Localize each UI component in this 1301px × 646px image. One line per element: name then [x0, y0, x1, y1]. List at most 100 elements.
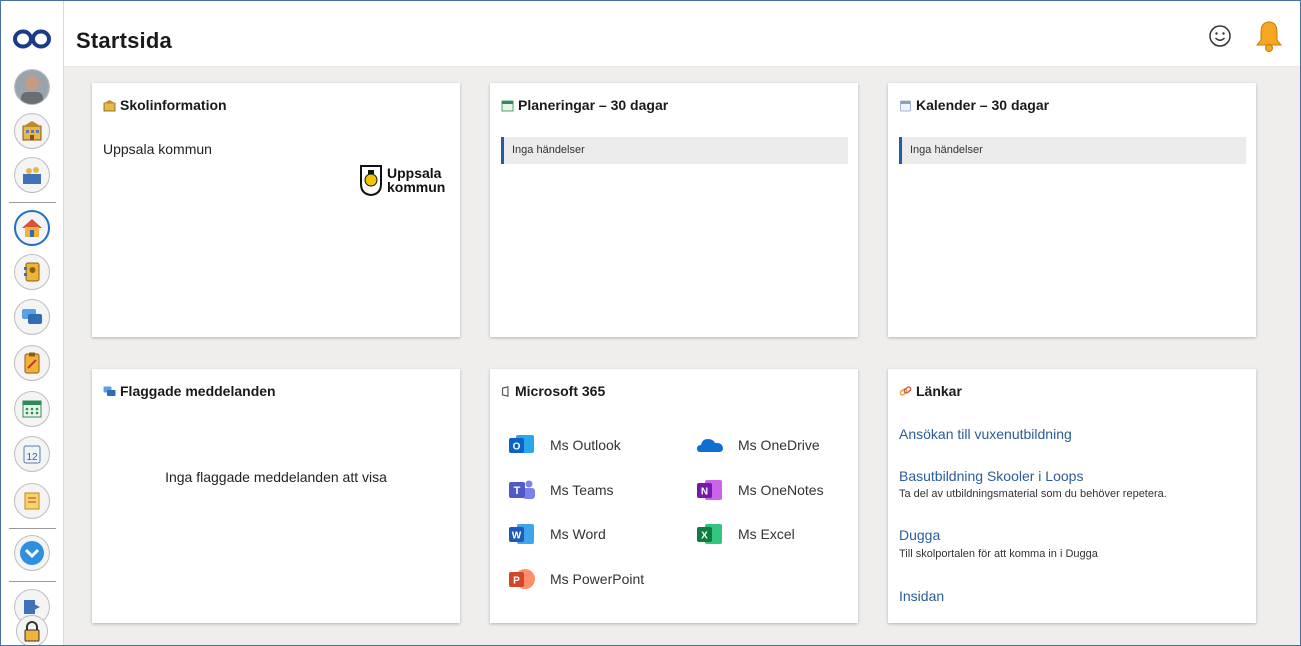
event-row: Inga händelser: [501, 137, 848, 164]
sidebar-item-assignments[interactable]: [14, 345, 50, 381]
sidebar-item-lock[interactable]: [16, 615, 48, 645]
smiley-icon[interactable]: [1208, 24, 1232, 48]
link-basutbildning[interactable]: Basutbildning Skooler i Loops: [899, 468, 1083, 484]
calendar-icon: [900, 100, 911, 111]
classroom-icon: [23, 167, 41, 184]
loops-logo[interactable]: [13, 28, 51, 50]
link-description: Till skolportalen för att komma in i Dug…: [899, 548, 1098, 560]
svg-text:P: P: [513, 576, 520, 587]
link-icon: [899, 385, 912, 396]
card-title: Kalender – 30 dagar: [899, 97, 1049, 113]
card-kalender: Kalender – 30 dagar Inga händelser: [888, 83, 1256, 337]
link-dugga[interactable]: Dugga: [899, 527, 940, 543]
chat-icon: [22, 309, 42, 324]
app-window: 12 Startsida Skolinformation Uppsala kom…: [0, 0, 1301, 646]
sidebar-divider: [9, 528, 56, 529]
school-name: Uppsala kommun: [103, 141, 212, 157]
schedule-grid-icon: [22, 400, 42, 418]
card-title: Länkar: [899, 383, 962, 399]
chat-icon: [103, 386, 116, 396]
sidebar-item-contacts[interactable]: [14, 254, 50, 290]
card-title-text: Planeringar – 30 dagar: [518, 97, 669, 113]
card-planeringar: Planeringar – 30 dagar Inga händelser: [490, 83, 858, 337]
card-title-text: Skolinformation: [120, 97, 227, 113]
ms-outlook-link[interactable]: O Ms Outlook: [508, 432, 621, 458]
onedrive-icon: [697, 439, 723, 452]
school-building-icon: [22, 121, 42, 141]
sidebar-expand-button[interactable]: [14, 535, 50, 571]
svg-text:X: X: [701, 531, 708, 542]
card-title-text: Kalender – 30 dagar: [916, 97, 1050, 113]
empty-message: Inga flaggade meddelanden att visa: [165, 469, 387, 485]
app-label: Ms OneNotes: [738, 482, 824, 498]
link-vuxenutbildning[interactable]: Ansökan till vuxenutbildning: [899, 426, 1072, 442]
sidebar-item-schedule[interactable]: [14, 391, 50, 427]
sidebar-item-classroom[interactable]: [14, 157, 50, 193]
sidebar-divider: [9, 202, 56, 203]
sidebar-item-notes[interactable]: [14, 483, 50, 519]
ms-word-link[interactable]: W Ms Word: [508, 521, 606, 547]
sidebar-divider: [9, 581, 56, 582]
card-microsoft-365: Microsoft 365 O Ms Outlook Ms OneDrive T…: [490, 369, 858, 623]
ms-onenote-link[interactable]: N Ms OneNotes: [696, 477, 824, 503]
contacts-icon: [24, 262, 40, 282]
onenote-icon: N: [697, 480, 722, 500]
page-title: Startsida: [76, 28, 172, 53]
app-label: Ms Outlook: [550, 437, 621, 453]
logo-text-line1: Uppsala: [387, 165, 442, 181]
app-label: Ms OneDrive: [738, 437, 820, 453]
excel-icon: X: [697, 524, 722, 544]
app-label: Ms Excel: [738, 526, 795, 542]
top-header: Startsida: [64, 1, 1300, 67]
dashboard: Skolinformation Uppsala kommun Uppsala k…: [64, 67, 1300, 645]
sidebar-item-messages[interactable]: [14, 299, 50, 335]
card-title: Flaggade meddelanden: [103, 383, 276, 399]
powerpoint-icon: P: [509, 569, 535, 589]
sidebar: 12: [1, 1, 64, 645]
school-building-icon: [103, 99, 116, 111]
planning-icon: [501, 100, 514, 111]
lock-icon: [24, 621, 40, 642]
card-title-text: Microsoft 365: [515, 383, 606, 399]
card-title: Microsoft 365: [501, 383, 605, 399]
sidebar-item-school[interactable]: [14, 113, 50, 149]
link-description: Ta del av utbildningsmaterial som du beh…: [899, 488, 1167, 500]
ms-onedrive-link[interactable]: Ms OneDrive: [696, 432, 820, 458]
app-label: Ms Word: [550, 526, 606, 542]
card-flaggade-meddelanden: Flaggade meddelanden Inga flaggade medde…: [92, 369, 460, 623]
sidebar-item-calendar[interactable]: 12: [14, 436, 50, 472]
card-title: Skolinformation: [103, 97, 227, 113]
link-insidan[interactable]: Insidan: [899, 588, 944, 604]
calendar-icon: 12: [23, 445, 41, 464]
ms-powerpoint-link[interactable]: P Ms PowerPoint: [508, 566, 644, 592]
svg-text:T: T: [514, 485, 521, 497]
ms-teams-link[interactable]: T Ms Teams: [508, 477, 614, 503]
word-icon: W: [509, 524, 534, 544]
card-title-text: Flaggade meddelanden: [120, 383, 276, 399]
ms-excel-link[interactable]: X Ms Excel: [696, 521, 795, 547]
coat-of-arms-icon: [360, 165, 382, 196]
event-row: Inga händelser: [899, 137, 1246, 164]
avatar-icon: [15, 70, 49, 104]
sidebar-item-home[interactable]: [14, 210, 50, 246]
app-label: Ms PowerPoint: [550, 571, 645, 587]
svg-text:12: 12: [26, 452, 38, 463]
notes-icon: [24, 492, 40, 510]
outlook-icon: O: [509, 435, 534, 453]
card-title-text: Länkar: [916, 383, 962, 399]
app-label: Ms Teams: [550, 482, 614, 498]
svg-text:N: N: [701, 487, 708, 498]
logo-text-line2: kommun: [387, 179, 446, 195]
card-lankar: Länkar Ansökan till vuxenutbildning Basu…: [888, 369, 1256, 623]
chevron-down-icon: [20, 541, 44, 565]
svg-text:W: W: [512, 531, 522, 542]
teams-icon: T: [509, 480, 535, 499]
card-title: Planeringar – 30 dagar: [501, 97, 668, 113]
card-skolinformation: Skolinformation Uppsala kommun Uppsala k…: [92, 83, 460, 337]
municipality-logo: Uppsala kommun: [359, 164, 445, 196]
office-icon: [501, 385, 509, 397]
clipboard-icon: [24, 352, 40, 374]
user-avatar[interactable]: [14, 69, 50, 105]
bell-icon[interactable]: [1254, 19, 1284, 53]
home-icon: [22, 219, 42, 237]
